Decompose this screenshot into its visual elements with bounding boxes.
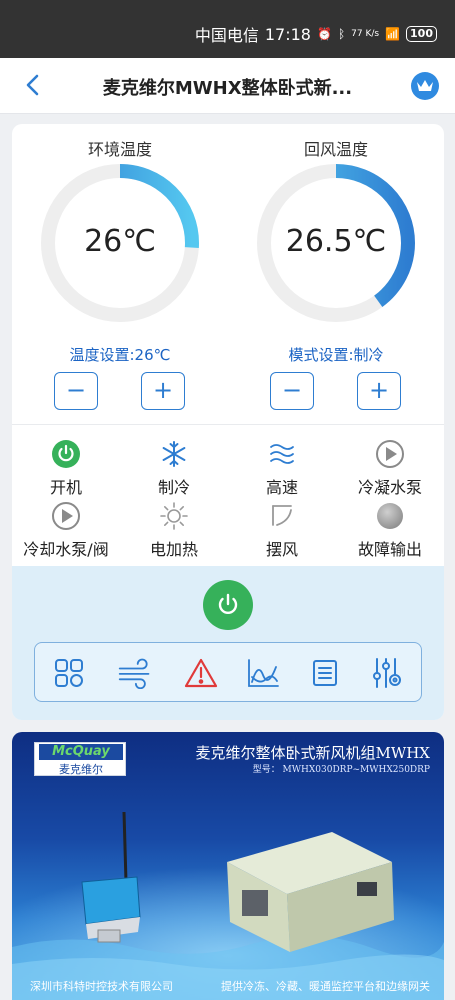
power-icon — [218, 593, 238, 614]
status-fault-output-label: 故障输出 — [357, 540, 422, 559]
grid-button[interactable] — [51, 655, 87, 691]
vip-crown-button[interactable] — [411, 72, 439, 100]
status-power: 开机 — [12, 438, 120, 498]
device-card: 环境温度 26℃ 回风温度 26.5℃ 温度设置:26℃ 模式设置:制冷 − +… — [12, 124, 444, 720]
power-on-icon — [50, 438, 82, 470]
status-condensate-pump-label: 冷凝水泵 — [357, 478, 422, 497]
page-title: 麦克维尔MWHX整体卧式新... — [102, 78, 353, 99]
wind-button[interactable] — [117, 655, 153, 691]
status-high-speed-label: 高速 — [265, 478, 298, 497]
nav-bar: 麦克维尔MWHX整体卧式新... — [0, 58, 455, 114]
divider — [12, 424, 444, 425]
alarm-clock-icon: ⏰ — [316, 27, 332, 41]
status-cooling: 制冷 — [120, 438, 228, 498]
power-button[interactable] — [203, 580, 253, 630]
crown-icon — [417, 80, 433, 91]
chevron-left-icon — [26, 74, 39, 96]
settings-button[interactable] — [369, 655, 405, 691]
banner-model: 型号： MWHX030DRP~MWHX250DRP — [252, 765, 430, 775]
logo-brand-cn: 麦克维尔 — [59, 763, 103, 776]
banner-service: 提供冷冻、冷藏、暖通监控平台和边缘网关 — [221, 980, 430, 993]
status-swing-label: 摆风 — [265, 540, 298, 559]
fault-dot-icon — [374, 500, 406, 532]
temp-setting-label: 温度设置:26℃ — [69, 346, 171, 364]
net-speed: 77 K/s — [351, 29, 380, 39]
wind-speed-icon — [266, 438, 298, 470]
status-cooling-label: 制冷 — [157, 478, 190, 497]
temp-decrease-button[interactable]: − — [54, 372, 98, 410]
control-panel — [12, 566, 444, 720]
status-cooling-water-pump: 冷却水泵/阀 — [12, 500, 120, 560]
status-fault-output: 故障输出 — [336, 500, 444, 560]
clock: 17:18 — [264, 24, 311, 44]
back-button[interactable] — [20, 72, 46, 98]
wind-icon — [118, 658, 150, 689]
temp-increase-button[interactable]: + — [141, 372, 185, 410]
status-condensate-pump: 冷凝水泵 — [336, 438, 444, 498]
logo-brand-en: McQuay — [39, 744, 123, 760]
mode-prev-button[interactable]: − — [270, 372, 314, 410]
return-air-temp-value: 26.5℃ — [285, 224, 387, 259]
swing-icon — [266, 500, 298, 532]
battery-indicator: 100 — [406, 26, 437, 42]
play-circle-icon — [374, 438, 406, 470]
play-circle-icon — [50, 500, 82, 532]
banner-company: 深圳市科特时控技术有限公司 — [30, 980, 173, 993]
status-high-speed: 高速 — [228, 438, 336, 498]
function-toolbar — [34, 642, 422, 702]
list-button[interactable] — [307, 655, 343, 691]
product-banner[interactable]: McQuay 麦克维尔 麦克维尔整体卧式新风机组MWHX 型号： MWHX030… — [12, 732, 444, 1000]
ambient-temp-title: 环境温度 — [87, 140, 152, 159]
sun-icon — [158, 500, 190, 532]
bluetooth-icon: ᛒ — [337, 27, 346, 41]
wifi-icon: 📶 — [385, 27, 401, 41]
mode-next-button[interactable]: + — [357, 372, 401, 410]
carrier-label: 中国电信 — [194, 26, 259, 45]
status-electric-heating: 电加热 — [120, 500, 228, 560]
mcquay-logo: McQuay 麦克维尔 — [34, 742, 126, 776]
alarm-button[interactable] — [183, 655, 219, 691]
status-power-label: 开机 — [49, 478, 82, 497]
list-icon — [313, 660, 337, 686]
status-swing: 摆风 — [228, 500, 336, 560]
chart-button[interactable] — [245, 655, 281, 691]
banner-title: 麦克维尔整体卧式新风机组MWHX — [195, 744, 430, 762]
status-bar-content: 中国电信 17:18 ⏰ ᛒ 77 K/s 📶 100 — [195, 22, 437, 46]
ambient-temp-value: 26℃ — [84, 224, 156, 259]
mode-setting-label: 模式设置:制冷 — [288, 346, 384, 364]
snowflake-icon — [158, 438, 190, 470]
status-cooling-water-pump-label: 冷却水泵/阀 — [23, 540, 109, 559]
settings-sliders-icon — [373, 658, 401, 688]
status-bar: 中国电信 17:18 ⏰ ᛒ 77 K/s 📶 100 — [0, 0, 455, 58]
chart-icon — [248, 659, 279, 687]
return-air-temp-title: 回风温度 — [303, 140, 368, 159]
alarm-icon — [184, 658, 218, 688]
grid-icon — [55, 659, 83, 687]
status-electric-heating-label: 电加热 — [149, 540, 198, 559]
